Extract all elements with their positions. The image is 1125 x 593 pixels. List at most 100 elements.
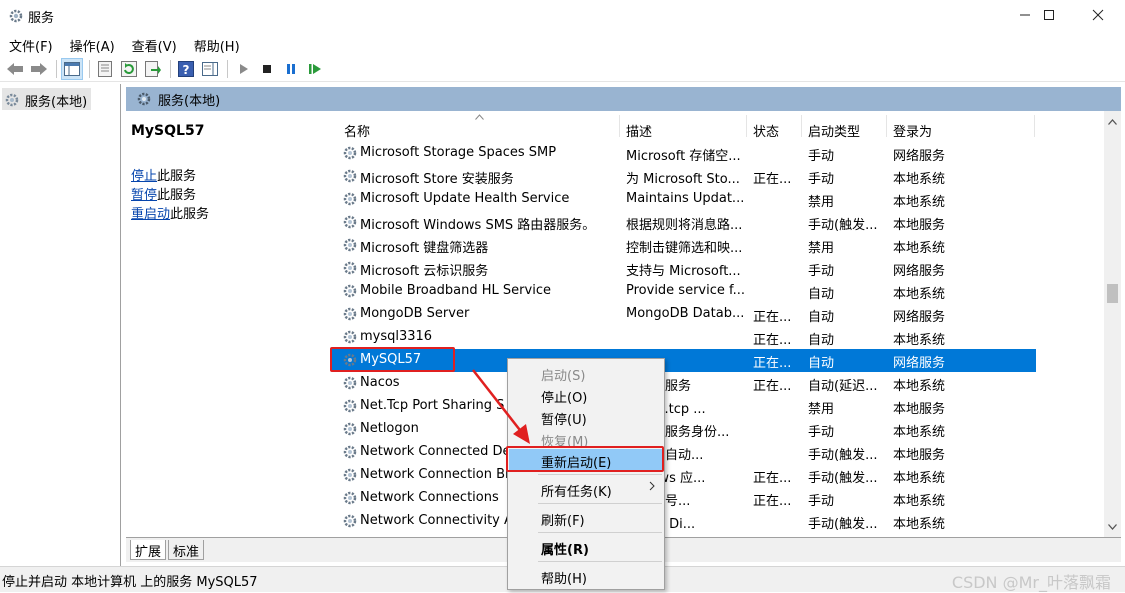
show-action-pane-button[interactable] [199,58,221,80]
column-divider[interactable] [619,115,620,137]
export-list-button[interactable] [142,58,164,80]
forward-button[interactable] [28,58,50,80]
arrow-left-icon [7,63,23,75]
service-name-cell: Microsoft 键盘筛选器 [360,241,489,256]
column-divider[interactable] [886,115,887,137]
back-button[interactable] [4,58,26,80]
service-row[interactable]: Netlogon 服务器服务身份... 手动 本地系统 [332,418,1036,441]
service-name-cell: MongoDB Server [360,306,470,321]
service-row[interactable]: Microsoft Update Health Service Maintains… [332,188,1036,211]
stop-service-link[interactable]: 停止 [131,169,157,184]
submenu-arrow-icon [649,480,655,495]
service-logon-cell: 本地系统 [893,241,946,256]
tree-item-label: 服务(本地) [25,94,88,110]
properties-icon [98,61,112,77]
service-detail-pane: MySQL57 停止此服务 暂停此服务 重启动此服务 [126,111,332,537]
play-icon [240,64,248,74]
service-name-cell: Microsoft Update Health Service [360,191,570,206]
service-row[interactable]: Microsoft Windows SMS 路由器服务。 根据规则将消息路... 手… [332,211,1036,234]
menu-help[interactable]: 帮助(H) [185,33,248,55]
service-row[interactable]: mysql3316 正在... 自动 本地系统 [332,326,1036,349]
chevron-up-icon [1108,118,1117,125]
service-row[interactable]: Network Connected De接设备自动...手动(触发...本地服务 [332,441,1036,464]
menu-item-help[interactable]: 帮助(H) [509,565,663,587]
service-row[interactable]: Net.Tcp Port Sharing S过 net.tcp ... 禁用 本地服… [332,395,1036,418]
service-desc-cell: 为 Microsoft Sto... [626,172,740,187]
refresh-button[interactable] [118,58,140,80]
vertical-scrollbar[interactable] [1104,111,1121,537]
column-header-name[interactable]: 名称 [344,121,370,140]
menu-separator [538,532,662,533]
scroll-down-button[interactable] [1104,518,1121,535]
export-icon [145,61,161,77]
restart-service-link[interactable]: 重启动 [131,207,170,222]
service-logon-cell: 网络服务 [893,356,946,371]
service-row[interactable]: Microsoft Storage Spaces SMP Microsoft 存储… [332,142,1036,165]
menu-action[interactable]: 操作(A) [61,33,123,55]
service-name-cell: Microsoft 云标识服务 [360,264,489,279]
show-console-tree-button[interactable] [61,58,83,80]
menu-item-all-tasks[interactable]: 所有任务(K) [509,478,663,500]
pause-service-button[interactable] [280,58,302,80]
watermark: CSDN @Mr_叶落飘霜 [951,573,1111,592]
column-divider[interactable] [801,115,802,137]
action-stop: 停止此服务 [131,165,196,184]
service-row[interactable]: Microsoft Store 安装服务 为 Microsoft Sto... 正在… [332,165,1036,188]
close-button[interactable] [1075,0,1121,30]
service-row[interactable]: Network Connections络和拨号...正在...手动本地系统 [332,487,1036,510]
service-row[interactable]: MongoDB Server MongoDB Datab... 正在... 自动 网络服… [332,303,1036,326]
column-header-desc[interactable]: 描述 [626,121,652,140]
column-divider[interactable] [746,115,747,137]
service-logon-cell: 本地系统 [893,425,946,440]
panel-header: 服务(本地) [126,87,1121,111]
service-gear-icon [342,490,358,506]
start-service-button[interactable] [232,58,254,80]
service-row[interactable]: Mobile Broadband HL Service Provide servi… [332,280,1036,303]
action-suffix: 此服务 [170,207,210,222]
service-logon-cell: 本地系统 [893,494,946,509]
service-gear-icon [342,513,358,529]
column-header-startup-type[interactable]: 启动类型 [808,121,860,140]
tree-item-services-local[interactable]: 服务(本地) [2,88,92,110]
menu-item-refresh[interactable]: 刷新(F) [509,507,663,529]
maximize-button[interactable] [1026,0,1072,30]
menu-item-properties[interactable]: 属性(R) [509,536,663,558]
restart-service-button[interactable] [304,58,326,80]
annotation-arrow-icon [472,369,530,444]
menu-file[interactable]: 文件(F) [0,33,61,55]
scroll-up-button[interactable] [1104,113,1121,130]
properties-button[interactable] [94,58,116,80]
tab-extended[interactable]: 扩展 [130,540,167,560]
action-pane-icon [202,62,218,76]
toolbar-separator [89,60,90,78]
tab-standard[interactable]: 标准 [168,540,205,560]
service-gear-icon [342,283,358,299]
stop-service-button[interactable] [256,58,278,80]
service-logon-cell: 网络服务 [893,310,946,325]
service-status-cell: 正在... [753,356,792,371]
service-logon-cell: 本地系统 [893,379,946,394]
pause-service-link[interactable]: 暂停 [131,188,157,203]
panel-title: 服务(本地) [158,93,221,109]
service-row[interactable]: Network Connection Br/indows 应... 正在... 手动… [332,464,1036,487]
window-title: 服务 [28,11,55,26]
toolbar-separator [56,60,57,78]
menu-view[interactable]: 查看(V) [123,33,185,55]
services-gear-icon [5,93,19,107]
scrollbar-thumb[interactable] [1107,284,1118,303]
service-logon-cell: 网络服务 [893,149,946,164]
sort-ascending-icon [475,114,484,120]
help-button[interactable]: ? [175,58,197,80]
service-row[interactable]: Network Connectivity A组件的 Di...手动(触发...本… [332,510,1036,533]
column-divider[interactable] [1034,115,1035,137]
service-gear-icon [342,145,358,161]
service-name-cell: Microsoft Store 安装服务 [360,172,514,187]
column-header-status[interactable]: 状态 [753,121,779,140]
service-row[interactable]: Microsoft 云标识服务 支持与 Microsoft... 手动 网络服务 [332,257,1036,280]
service-row[interactable]: Nacos自启动服务正在...自动(延迟...本地系统 [332,372,1036,395]
service-gear-icon [342,260,358,276]
status-text: 停止并启动 本地计算机 上的服务 MySQL57 [2,575,258,590]
service-gear-icon [342,168,358,184]
service-row[interactable]: Microsoft 键盘筛选器 控制击键筛选和映... 禁用 本地系统 [332,234,1036,257]
column-header-logon[interactable]: 登录为 [893,121,932,140]
